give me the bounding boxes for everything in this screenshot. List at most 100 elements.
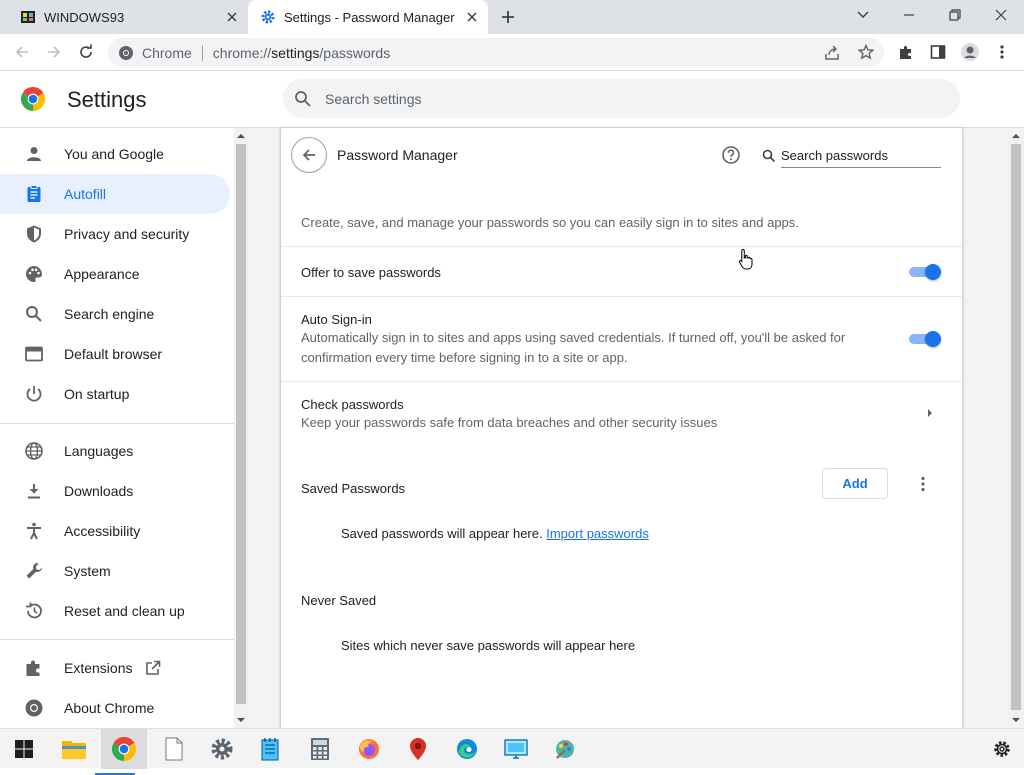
sidebar-item-label: Autofill: [64, 186, 107, 202]
scroll-down-arrow-icon[interactable]: [1012, 716, 1020, 724]
taskbar-settings[interactable]: [208, 735, 236, 763]
sidebar-item-system[interactable]: System: [0, 551, 230, 591]
settings-search-input[interactable]: [325, 90, 905, 107]
search-icon: [26, 306, 42, 322]
sidebar-item-default-browser[interactable]: Default browser: [0, 334, 230, 374]
reload-icon: [80, 44, 92, 58]
taskbar-document[interactable]: [160, 735, 188, 763]
page-scrollbar[interactable]: [1008, 128, 1024, 728]
sidebar-item-label: Search engine: [64, 306, 155, 322]
sidebar-item-label: Languages: [64, 443, 134, 459]
share-icon[interactable]: [824, 45, 840, 61]
sidebar-item-on-startup[interactable]: On startup: [0, 374, 230, 414]
sidebar-item-label: Reset and clean up: [64, 603, 185, 619]
offer-to-save-toggle[interactable]: [909, 264, 941, 280]
saved-passwords-empty: Saved passwords will appear here. Import…: [341, 526, 649, 541]
auto-signin-toggle[interactable]: [909, 331, 941, 347]
sidebar-item-privacy[interactable]: Privacy and security: [0, 214, 230, 254]
sidebar-item-about-chrome[interactable]: About Chrome: [0, 688, 230, 728]
puzzle-icon: [26, 660, 40, 676]
gear-icon: [211, 738, 233, 760]
sidebar-item-reset[interactable]: Reset and clean up: [0, 591, 230, 631]
scroll-down-arrow-icon[interactable]: [237, 716, 245, 724]
back-button[interactable]: [12, 42, 32, 62]
sidebar-scroll-thumb[interactable]: [236, 144, 246, 704]
profile-button[interactable]: [960, 42, 980, 62]
taskbar-paint[interactable]: [551, 735, 579, 763]
more-vert-icon[interactable]: [913, 474, 933, 494]
sidebar-item-label: Extensions: [64, 660, 133, 676]
address-bar[interactable]: Chrome chrome://settings/passwords: [108, 38, 884, 67]
url-host: settings: [271, 44, 320, 61]
sidebar-item-downloads[interactable]: Downloads: [0, 471, 230, 511]
hand-cursor-icon: [738, 248, 753, 270]
restore-button[interactable]: [932, 0, 978, 30]
password-search[interactable]: [761, 143, 941, 168]
close-tab-icon[interactable]: [224, 9, 240, 25]
row-divider: [281, 246, 962, 247]
sidebar-item-appearance[interactable]: Appearance: [0, 254, 230, 294]
saved-passwords-heading: Saved Passwords: [301, 481, 406, 496]
new-tab-icon[interactable]: [500, 9, 516, 25]
scroll-up-arrow-icon[interactable]: [237, 132, 245, 140]
close-window-button[interactable]: [978, 0, 1024, 30]
start-button[interactable]: [10, 735, 38, 763]
chevron-right-icon[interactable]: [925, 408, 935, 418]
accessibility-icon: [27, 522, 41, 540]
tab-windows93[interactable]: WINDOWS93: [8, 0, 248, 34]
taskbar-system-settings[interactable]: [988, 735, 1016, 763]
check-passwords-label[interactable]: Check passwords: [301, 397, 404, 412]
forward-button[interactable]: [44, 42, 64, 62]
taskbar-calculator[interactable]: [306, 735, 334, 763]
restore-icon: [949, 9, 961, 21]
sidebar-item-search-engine[interactable]: Search engine: [0, 294, 230, 334]
scroll-up-arrow-icon[interactable]: [1012, 132, 1020, 140]
sidebar-item-autofill[interactable]: Autofill: [0, 174, 230, 214]
sidebar-item-you-and-google[interactable]: You and Google: [0, 134, 230, 174]
close-tab-icon[interactable]: [464, 9, 480, 25]
browser-toolbar: Chrome chrome://settings/passwords: [0, 34, 1024, 71]
side-panel-button[interactable]: [928, 42, 948, 62]
help-icon[interactable]: [721, 145, 741, 165]
windows93-favicon-icon: [21, 11, 35, 23]
sidebar-item-label: You and Google: [64, 146, 164, 162]
description: Create, save, and manage your passwords …: [301, 215, 799, 230]
settings-search[interactable]: [283, 79, 960, 118]
calculator-icon: [311, 738, 329, 760]
taskbar-chrome[interactable]: [95, 729, 147, 775]
sidebar-item-languages[interactable]: Languages: [0, 431, 230, 471]
extensions-button[interactable]: [896, 42, 916, 62]
taskbar-file-explorer[interactable]: [60, 735, 88, 763]
import-passwords-link[interactable]: Import passwords: [546, 526, 649, 541]
page-scroll-thumb[interactable]: [1011, 144, 1021, 710]
firefox-icon: [359, 739, 379, 759]
taskbar-edge[interactable]: [453, 735, 481, 763]
taskbar-notepad[interactable]: [256, 735, 284, 763]
sidebar-item-extensions[interactable]: Extensions: [0, 648, 230, 688]
tab-settings[interactable]: Settings - Password Manager: [248, 0, 488, 34]
taskbar-maps[interactable]: [404, 735, 432, 763]
back-arrow-button[interactable]: [291, 137, 327, 173]
remote-desktop-icon: [504, 739, 528, 759]
chevron-down-icon: [857, 11, 869, 18]
sidebar-scrollbar[interactable]: [234, 128, 248, 728]
reload-button[interactable]: [76, 42, 96, 62]
search-icon: [295, 90, 311, 107]
minimize-icon: [904, 14, 914, 16]
menu-button[interactable]: [992, 42, 1012, 62]
windows-taskbar: [0, 728, 1024, 775]
blank-document-icon: [165, 737, 183, 761]
star-bookmark-icon[interactable]: [858, 44, 874, 60]
password-search-input[interactable]: [781, 143, 941, 168]
taskbar-remote-desktop[interactable]: [502, 735, 530, 763]
add-password-button[interactable]: Add: [822, 468, 888, 499]
tab-search-button[interactable]: [840, 0, 886, 30]
sidebar-item-label: On startup: [64, 386, 130, 402]
close-icon: [995, 9, 1007, 21]
url-text: chrome://settings/passwords: [213, 45, 390, 61]
minimize-button[interactable]: [886, 0, 932, 30]
sidebar-item-accessibility[interactable]: Accessibility: [0, 511, 230, 551]
open-in-new-icon: [146, 660, 161, 675]
taskbar-firefox[interactable]: [355, 735, 383, 763]
arrow-left-icon: [15, 46, 28, 58]
